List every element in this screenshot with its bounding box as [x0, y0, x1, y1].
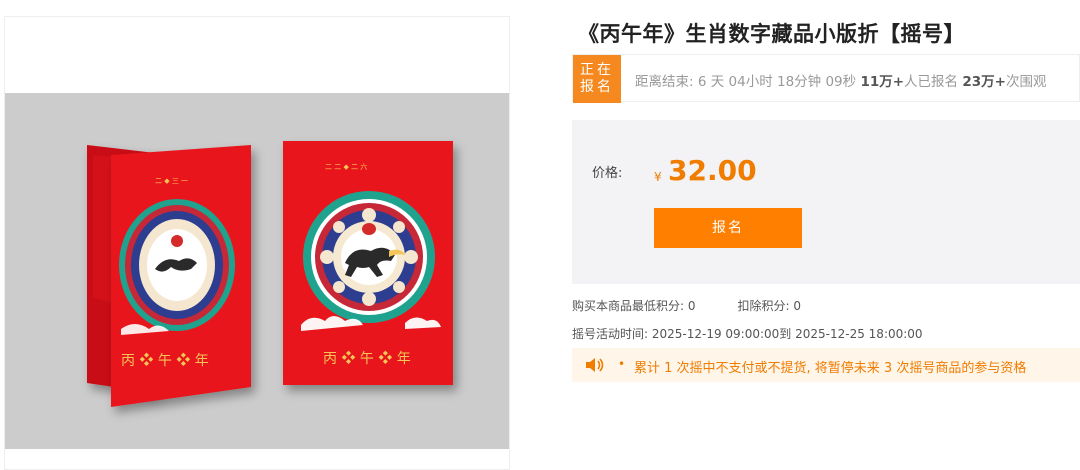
views-label: 次围观: [1005, 74, 1047, 90]
price-label: 价格:: [592, 166, 623, 181]
card-right-label: 丙 ❖ 午 ❖ 年: [323, 351, 411, 367]
card-right-top-mark: 二 二 ◆ 二 六: [325, 162, 367, 171]
points-info: 购买本商品最低积分: 0 扣除积分: 0: [572, 297, 801, 314]
signups-count: 11万+: [860, 74, 905, 90]
product-title: 《丙午年》生肖数字藏品小版折【摇号】: [578, 22, 965, 46]
card-left-label: 丙 ❖ 午 ❖ 年: [121, 353, 209, 369]
signups-label: 人已报名: [904, 74, 959, 90]
product-image-panel: 丙 ❖ 午 ❖ 年 二 ◆ 三 一 二 二 ◆ 二 六 丙 ❖ 午 ❖ 年: [4, 16, 510, 470]
notice-bullet: •: [618, 357, 626, 371]
currency-symbol: ¥: [654, 170, 662, 184]
notice-bar: • 累计 1 次摇中不支付或不提货, 将暂停未来 3 次摇号商品的参与资格: [572, 348, 1080, 382]
deduct-points: 扣除积分: 0: [737, 299, 802, 313]
countdown-time: 距离结束: 6 天 04小时 18分钟 09秒: [635, 74, 857, 90]
countdown-text: 距离结束: 6 天 04小时 18分钟 09秒 11万+人已报名 23万+次围观: [635, 70, 1046, 90]
views-count: 23万+: [962, 74, 1006, 90]
price-value: 32.00: [668, 154, 757, 187]
price-box: 价格: ¥ 32.00 报名: [572, 120, 1080, 284]
lottery-time: 摇号活动时间: 2025-12-19 09:00:00到 2025-12-25 …: [572, 327, 923, 341]
status-badge-line1: 正在: [580, 62, 614, 78]
min-points: 购买本商品最低积分: 0: [572, 299, 696, 313]
status-badge-line2: 报名: [580, 79, 614, 95]
speaker-icon: [586, 358, 604, 372]
status-row: 正在 报名 距离结束: 6 天 04小时 18分钟 09秒 11万+人已报名 2…: [572, 54, 1080, 103]
product-image[interactable]: 丙 ❖ 午 ❖ 年 二 ◆ 三 一 二 二 ◆ 二 六 丙 ❖ 午 ❖ 年: [5, 93, 509, 449]
signup-button[interactable]: 报名: [654, 208, 802, 248]
status-badge: 正在 报名: [573, 55, 621, 103]
card-left-top-mark: 二 ◆ 三 一: [155, 177, 188, 185]
product-illustration: 丙 ❖ 午 ❖ 年 二 ◆ 三 一 二 二 ◆ 二 六 丙 ❖ 午 ❖ 年: [87, 141, 453, 407]
notice-text: 累计 1 次摇中不支付或不提货, 将暂停未来 3 次摇号商品的参与资格: [634, 361, 1027, 376]
